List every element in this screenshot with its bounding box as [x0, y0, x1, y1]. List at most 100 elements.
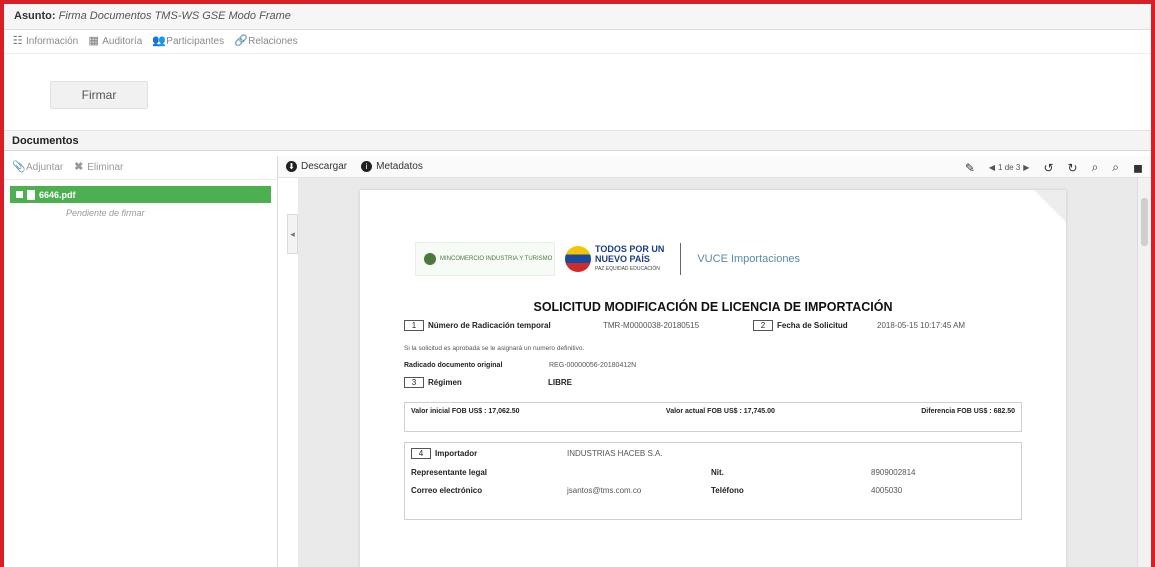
email-value: jsantos@tms.com.co: [567, 486, 642, 495]
prev-page-icon[interactable]: ◀: [989, 163, 995, 172]
pais-small: PAZ EQUIDAD EDUCACIÓN: [595, 266, 660, 272]
sign-button[interactable]: Firmar: [50, 81, 148, 109]
regimen-label: Régimen: [428, 378, 462, 387]
seal-icon: [424, 253, 436, 265]
importer-label: Importador: [435, 449, 478, 458]
rep-label: Representante legal: [411, 468, 488, 477]
fecha-label: Fecha de Solicitud: [777, 321, 848, 330]
todos-por-un-nuevo-pais-logo: TODOS POR UN NUEVO PAÍS PAZ EQUIDAD EDUC…: [565, 244, 664, 274]
page-corner: [1034, 190, 1066, 222]
attach-button[interactable]: 📎 Adjuntar: [12, 161, 63, 174]
fob-initial: Valor inicial FOB US$ : 17,062.50: [411, 408, 520, 415]
radicacion-label: Número de Radicación temporal: [428, 321, 551, 330]
info-list-icon: ☷: [12, 35, 23, 47]
mincomercio-logo: MINCOMERCIO INDUSTRIA Y TURISMO: [415, 242, 555, 276]
subject-label: Asunto:: [14, 10, 56, 22]
original-label: Radicado documento original: [404, 362, 503, 369]
field-number-2: 2: [753, 320, 773, 331]
next-page-icon[interactable]: ▶: [1023, 163, 1029, 172]
row-radicacion: 1 Número de Radicación temporal TMR-M000…: [404, 320, 1022, 331]
phone-value: 4005030: [871, 486, 903, 495]
download-button[interactable]: ⬇ Descargar: [286, 161, 347, 172]
info-icon: i: [361, 161, 373, 172]
fob-values-box: Valor inicial FOB US$ : 17,062.50 Valor …: [404, 402, 1022, 432]
zoom-in-icon[interactable]: ⌕: [1112, 160, 1119, 175]
delete-button[interactable]: ✖ Eliminar: [73, 161, 124, 174]
file-item[interactable]: 6646.pdf: [10, 186, 271, 203]
sign-pen-icon[interactable]: ✎: [965, 161, 975, 175]
tab-auditoria-label: Auditoría: [102, 36, 143, 47]
collapse-pane-handle[interactable]: ◂: [287, 214, 298, 254]
link-icon: 🔗: [234, 35, 248, 47]
rotate-left-icon[interactable]: ↺: [1043, 161, 1053, 175]
field-number-1: 1: [404, 320, 424, 331]
file-status: Pendiente de firmar: [66, 208, 145, 218]
pdf-form: SOLICITUD MODIFICACIÓN DE LICENCIA DE IM…: [404, 298, 1022, 520]
subject-bar: Asunto: Firma Documentos TMS-WS GSE Modo…: [4, 4, 1151, 30]
tab-informacion-label: Información: [26, 36, 79, 47]
importer-row: 4 Importador INDUSTRIAS HACEB S.A.: [411, 448, 1015, 459]
field-number-4: 4: [411, 448, 431, 459]
fullscreen-icon[interactable]: ◼: [1133, 161, 1143, 175]
logo-divider: [680, 243, 682, 275]
viewer-toolbar: ⬇ Descargar i Metadatos ✎ ◀ 1 de 3 ▶ ↺ ↻: [278, 156, 1151, 178]
app-frame: Asunto: Firma Documentos TMS-WS GSE Modo…: [0, 0, 1155, 567]
tab-informacion[interactable]: ☷ Información: [12, 35, 79, 48]
pdf-viewer-pane: ⬇ Descargar i Metadatos ✎ ◀ 1 de 3 ▶ ↺ ↻: [278, 156, 1151, 567]
flag-swoosh-icon: [565, 246, 591, 272]
scrollbar-thumb[interactable]: [1141, 198, 1148, 246]
documents-section-title: Documentos: [4, 131, 1151, 151]
documents-list-pane: 📎 Adjuntar ✖ Eliminar 6646.pdf Pendiente…: [4, 156, 278, 567]
vuce-label: VUCE Importaciones: [697, 253, 801, 265]
vertical-scrollbar[interactable]: [1137, 178, 1151, 567]
rotate-right-icon[interactable]: ↻: [1068, 161, 1078, 175]
original-value: REG-00000056-20180412N: [549, 362, 637, 369]
metadata-button[interactable]: i Metadatos: [361, 161, 423, 172]
regimen-value: LIBRE: [548, 378, 572, 387]
audit-icon: ▦: [88, 35, 99, 47]
nit-label: Nit.: [711, 468, 724, 477]
rep-row: Representante legal Nit. 8909002814: [411, 468, 1015, 477]
importer-value: INDUSTRIAS HACEB S.A.: [567, 449, 663, 458]
viewer-tools: ✎ ◀ 1 de 3 ▶ ↺ ↻ ⌕ ⌕ ◼: [965, 160, 1143, 175]
document-icon: [27, 189, 35, 200]
zoom-out-icon[interactable]: ⌕: [1092, 160, 1099, 175]
tab-relaciones-label: Relaciones: [248, 36, 298, 47]
metadata-label: Metadatos: [376, 161, 423, 172]
note-row: Si la solicitud es aprobada se le asigna…: [404, 345, 1022, 352]
delete-label: Eliminar: [87, 162, 124, 173]
pdf-page: MINCOMERCIO INDUSTRIA Y TURISMO TODOS PO…: [360, 190, 1066, 567]
phone-label: Teléfono: [711, 486, 744, 495]
nit-value: 8909002814: [871, 468, 916, 477]
pdf-canvas: MINCOMERCIO INDUSTRIA Y TURISMO TODOS PO…: [298, 178, 1137, 567]
checkbox-icon[interactable]: [16, 191, 23, 198]
people-icon: 👥: [152, 35, 166, 47]
contact-row: Correo electrónico jsantos@tms.com.co Te…: [411, 486, 1015, 495]
fecha-value: 2018-05-15 10:17:45 AM: [877, 321, 966, 330]
page-indicator: 1 de 3: [998, 163, 1021, 172]
fob-difference: Diferencia FOB US$ : 682.50: [921, 408, 1015, 415]
radicacion-value: TMR-M0000038-20180515: [603, 321, 700, 330]
delete-x-icon: ✖: [74, 161, 84, 173]
paperclip-icon: 📎: [12, 161, 26, 173]
download-icon: ⬇: [286, 161, 297, 172]
page-navigator: ◀ 1 de 3 ▶: [989, 163, 1030, 172]
documents-toolbar: 📎 Adjuntar ✖ Eliminar: [4, 156, 277, 180]
tab-relaciones[interactable]: 🔗 Relaciones: [234, 35, 298, 48]
pais-text: TODOS POR UN NUEVO PAÍS PAZ EQUIDAD EDUC…: [595, 244, 664, 274]
tab-bar: ☷ Información ▦ Auditoría 👥 Participante…: [4, 30, 1151, 54]
original-row: Radicado documento original REG-00000056…: [404, 362, 1022, 369]
pais-line1: TODOS POR UN: [595, 244, 665, 254]
tab-participantes[interactable]: 👥 Participantes: [152, 35, 225, 48]
documents-body: 📎 Adjuntar ✖ Eliminar 6646.pdf Pendiente…: [4, 156, 1151, 567]
download-label: Descargar: [301, 161, 348, 172]
pais-line2: NUEVO PAÍS: [595, 254, 650, 264]
tab-auditoria[interactable]: ▦ Auditoría: [88, 35, 143, 48]
file-name: 6646.pdf: [39, 189, 76, 200]
tab-participantes-label: Participantes: [166, 36, 225, 47]
pdf-logos: MINCOMERCIO INDUSTRIA Y TURISMO TODOS PO…: [415, 242, 800, 276]
mincomercio-text: MINCOMERCIO INDUSTRIA Y TURISMO: [440, 255, 553, 262]
note-text: Si la solicitud es aprobada se le asigna…: [404, 345, 585, 352]
importer-box: 4 Importador INDUSTRIAS HACEB S.A. Repre…: [404, 442, 1022, 520]
fob-actual: Valor actual FOB US$ : 17,745.00: [665, 408, 775, 415]
